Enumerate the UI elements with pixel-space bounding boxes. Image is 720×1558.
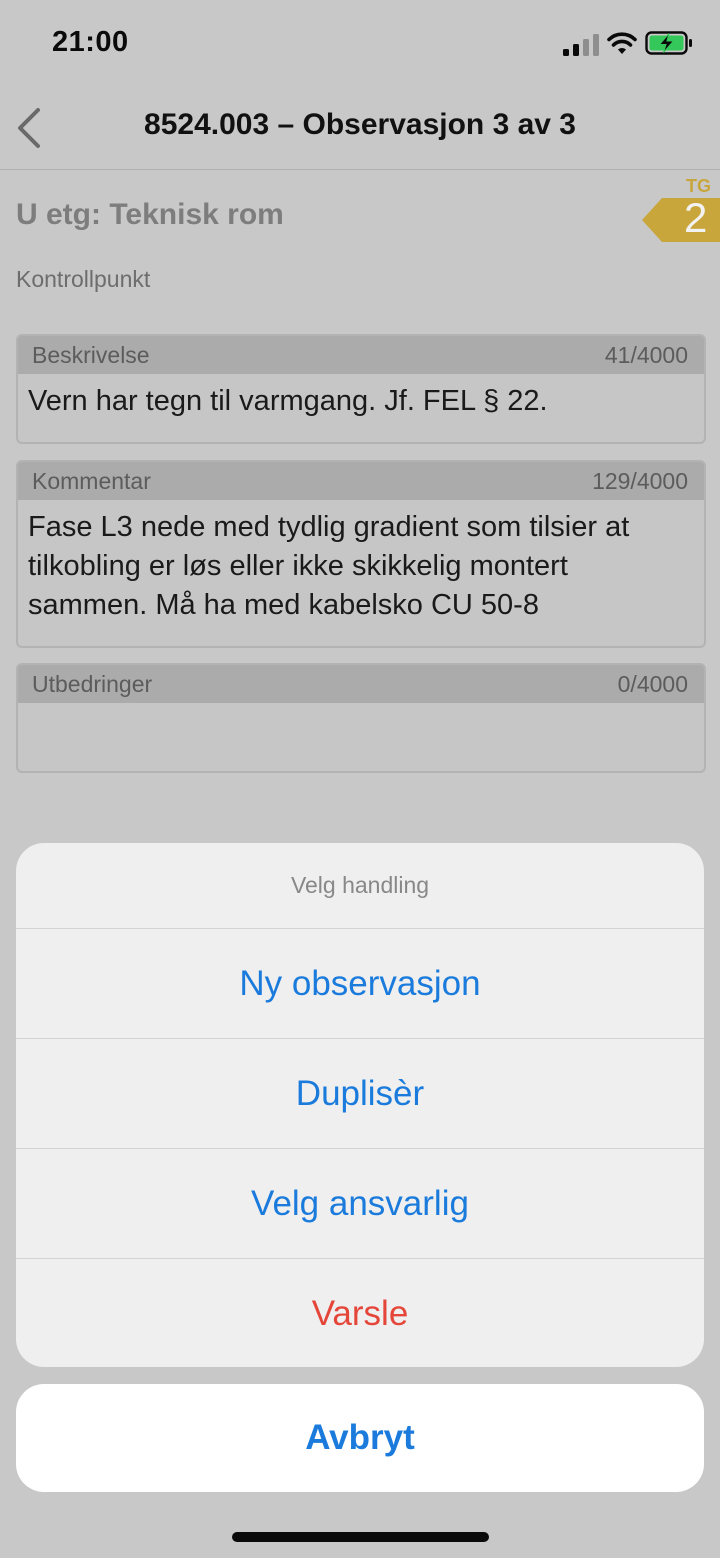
beskrivelse-field[interactable]: Beskrivelse 41/4000 Vern har tegn til va… xyxy=(16,334,706,444)
field-header: Beskrivelse 41/4000 xyxy=(18,336,704,374)
kommentar-field[interactable]: Kommentar 129/4000 Fase L3 nede med tydl… xyxy=(16,460,706,648)
tg-value: 2 xyxy=(684,194,708,241)
new-observation-button[interactable]: Ny observasjon xyxy=(16,929,704,1039)
choose-responsible-button[interactable]: Velg ansvarlig xyxy=(16,1149,704,1259)
character-count: 0/4000 xyxy=(617,671,688,697)
beskrivelse-text[interactable]: Vern har tegn til varmgang. Jf. FEL § 22… xyxy=(18,374,704,429)
tg-badge-icon xyxy=(642,198,720,242)
field-label: Utbedringer xyxy=(32,671,153,697)
section-label: Kontrollpunkt xyxy=(16,266,151,292)
battery-charging-icon xyxy=(645,31,692,55)
location-title: U etg: Teknisk rom xyxy=(16,198,284,231)
action-sheet-title: Velg handling xyxy=(16,843,704,929)
character-count: 129/4000 xyxy=(592,468,688,494)
field-header: Utbedringer 0/4000 xyxy=(18,665,704,703)
field-label: Kommentar xyxy=(32,468,151,494)
action-sheet: Velg handling Ny observasjon Duplisèr Ve… xyxy=(16,843,704,1367)
kommentar-text[interactable]: Fase L3 nede med tydlig gradient som til… xyxy=(18,500,704,633)
home-indicator[interactable] xyxy=(232,1532,489,1542)
page-title: 8524.003 – Observasjon 3 av 3 xyxy=(144,108,576,141)
utbedringer-text[interactable] xyxy=(18,703,704,719)
duplicate-button[interactable]: Duplisèr xyxy=(16,1039,704,1149)
cancel-button[interactable]: Avbryt xyxy=(16,1384,704,1492)
status-time: 21:00 xyxy=(52,26,129,58)
field-header: Kommentar 129/4000 xyxy=(18,462,704,500)
notify-button[interactable]: Varsle xyxy=(16,1259,704,1367)
field-label: Beskrivelse xyxy=(32,342,150,368)
navigation-bar: 8524.003 – Observasjon 3 av 3 xyxy=(0,90,720,170)
status-bar: 21:00 xyxy=(0,0,720,90)
wifi-icon xyxy=(607,32,637,54)
utbedringer-field[interactable]: Utbedringer 0/4000 xyxy=(16,663,706,773)
character-count: 41/4000 xyxy=(604,342,688,368)
cellular-signal-icon xyxy=(563,34,599,56)
